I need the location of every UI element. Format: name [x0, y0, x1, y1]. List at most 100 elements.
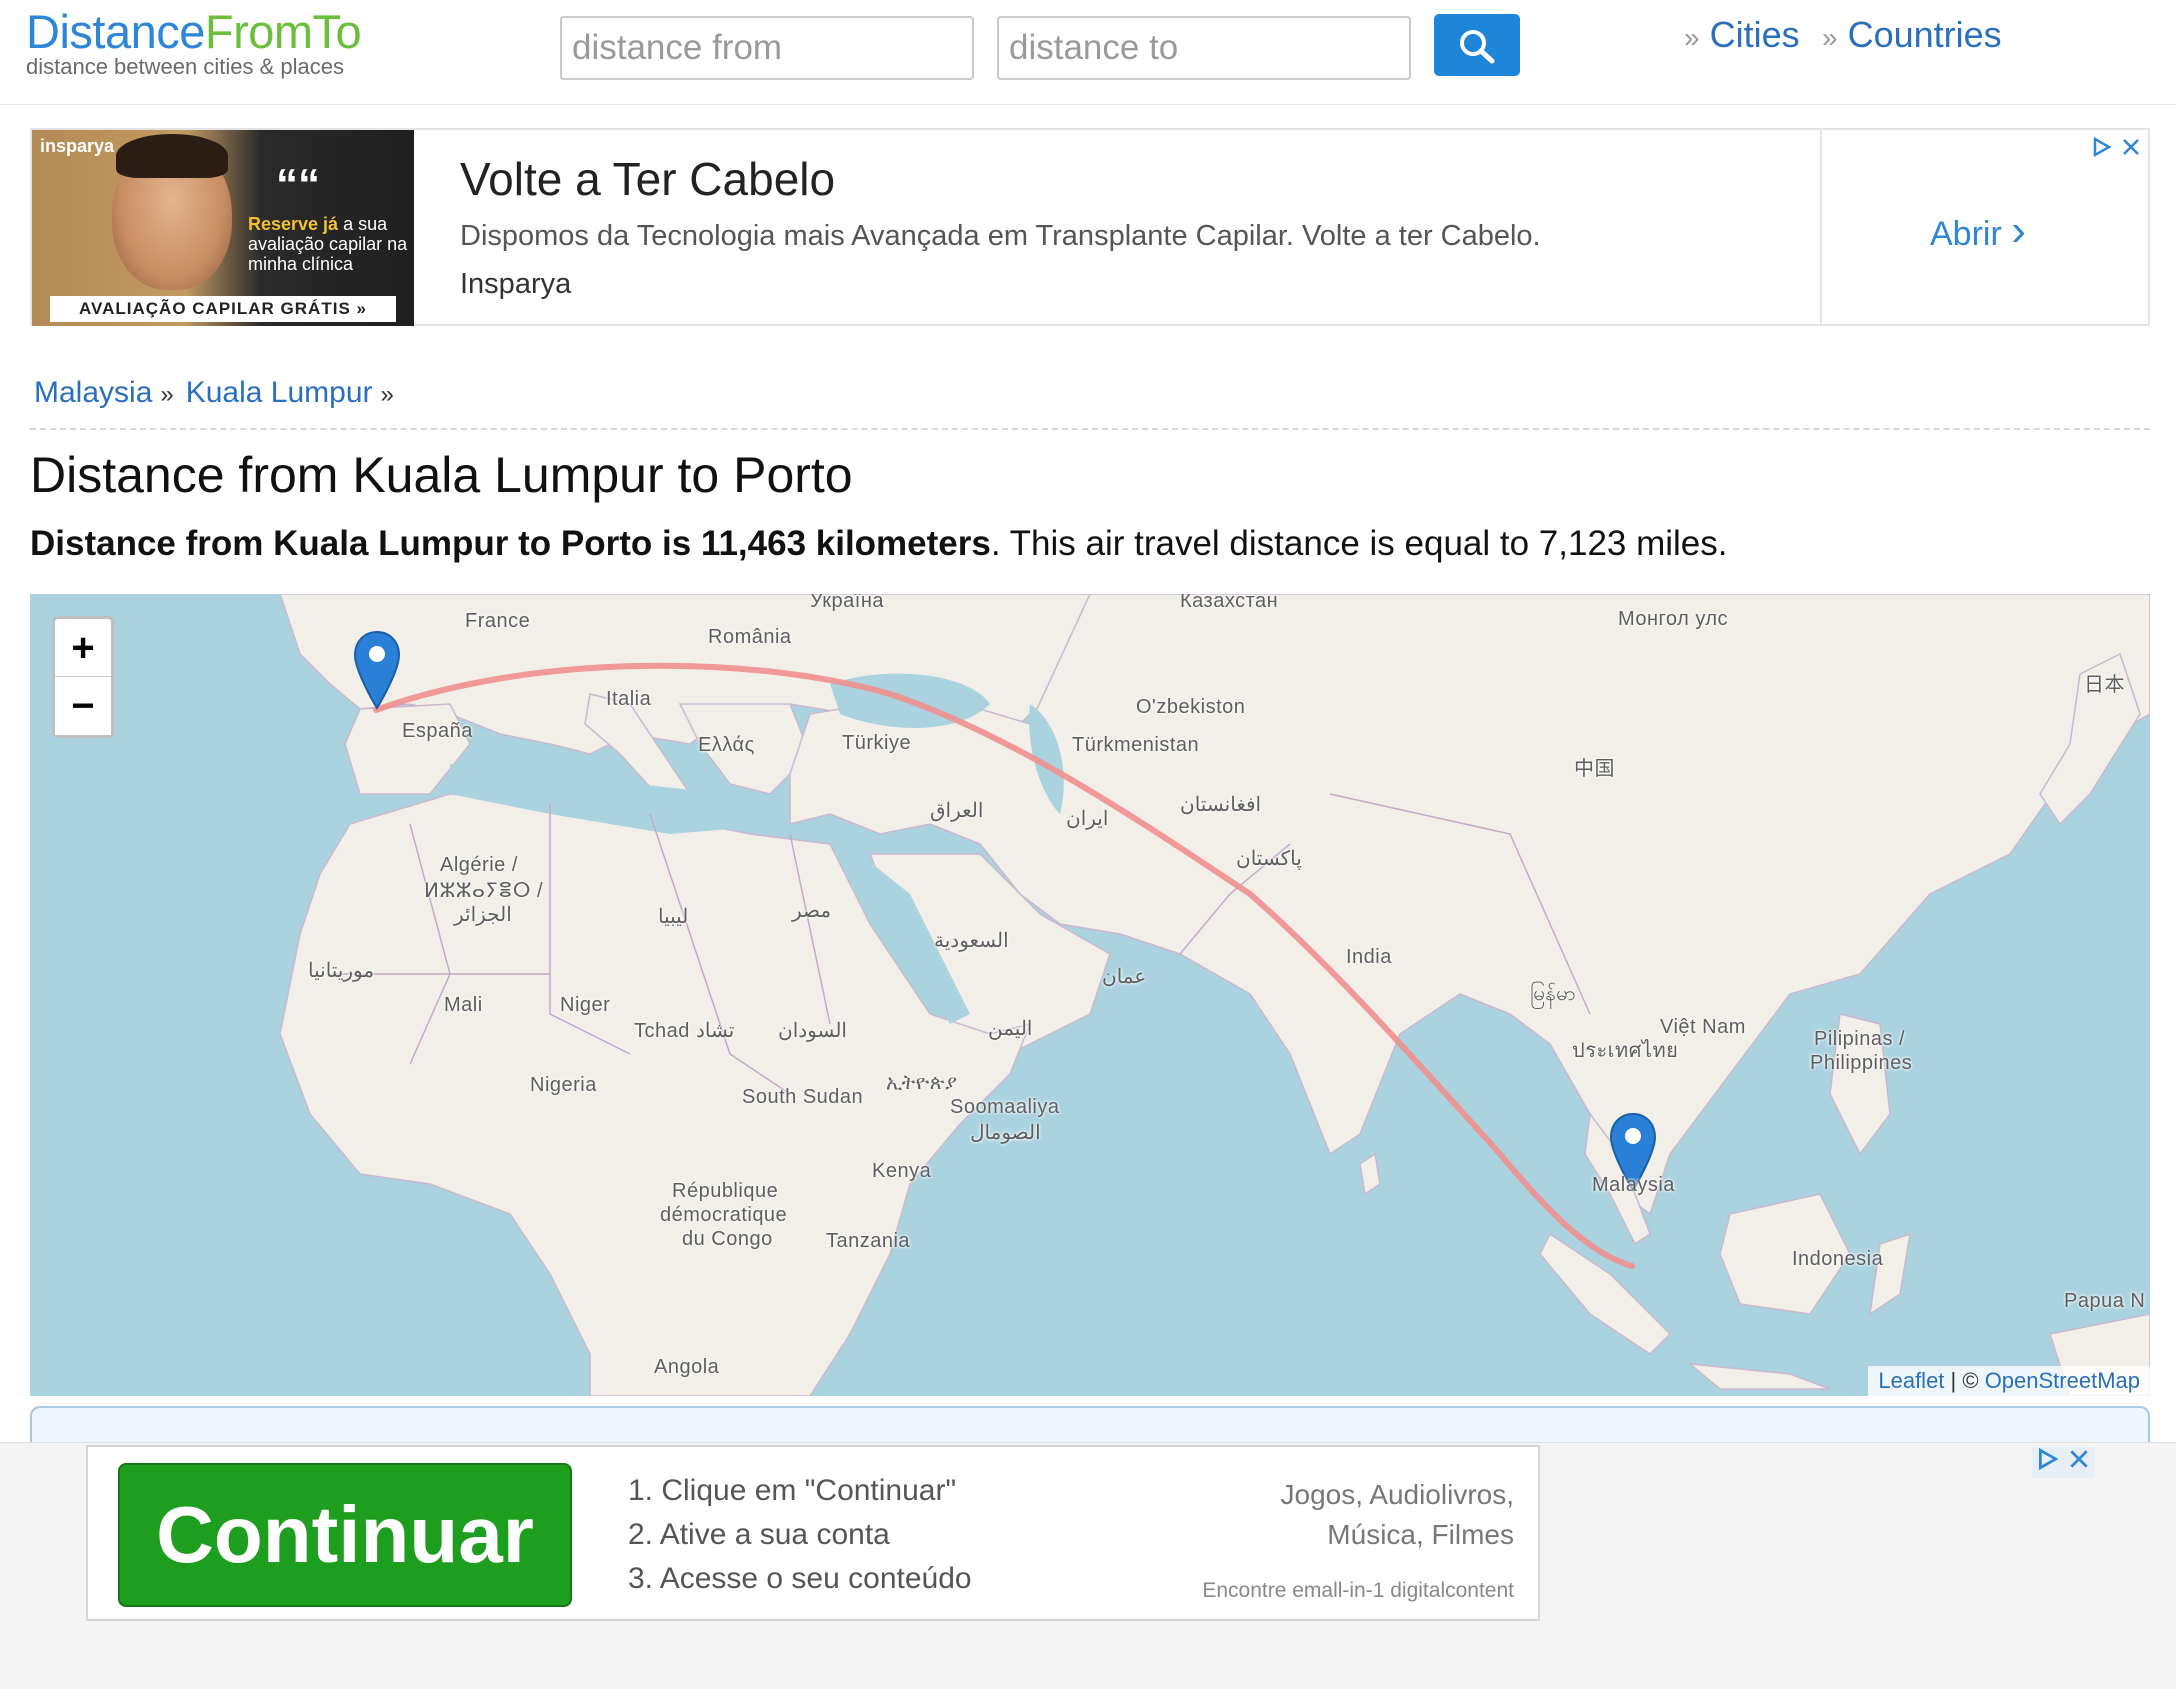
- map-label-iran: ایران: [1066, 808, 1109, 830]
- map-label-oman: عمان: [1102, 966, 1147, 988]
- ad-open-button[interactable]: Abrir ›: [1930, 206, 2026, 256]
- map-attribution: Leaflet | © OpenStreetMap: [1868, 1366, 2150, 1396]
- map-label-chad: Tchad تشاد: [634, 1020, 735, 1042]
- map-label-afghanistan: افغانستان: [1180, 794, 1262, 816]
- logo-wordmark: DistanceFromTo: [26, 5, 362, 58]
- map-label-drc-3: du Congo: [682, 1228, 773, 1250]
- map-label-yemen: اليمن: [988, 1018, 1033, 1040]
- ad-step-3: 3. Acesse o seu conteúdo: [628, 1562, 972, 1595]
- ad-image: insparya ““ Reserve já a sua avaliação c…: [32, 130, 414, 326]
- search-button[interactable]: [1434, 14, 1520, 76]
- map-label-drc: République: [672, 1180, 779, 1202]
- bottom-ad-controls[interactable]: [2032, 1447, 2096, 1478]
- map-label-drc-2: démocratique: [660, 1204, 788, 1226]
- nav-cities-link[interactable]: Cities: [1710, 14, 1800, 55]
- map-label-uzbekistan: O'zbekiston: [1136, 696, 1246, 718]
- distance-from-input[interactable]: [560, 16, 974, 80]
- map-label-iraq: العراق: [930, 800, 984, 822]
- ad-divider: [1820, 130, 1822, 326]
- ad-title[interactable]: Volte a Ter Cabelo: [460, 152, 835, 206]
- ad-step-2: 2. Ative a sua conta: [628, 1518, 890, 1551]
- nav-countries: » Countries: [1822, 14, 2002, 55]
- map-label-ethiopia: ኢትዮጵያ: [886, 1072, 958, 1094]
- ad-steps: 1. Clique em "Continuar" 2. Ative a sua …: [628, 1469, 972, 1601]
- map-label-china: 中国: [1574, 758, 1615, 780]
- ad-person-hair: [116, 134, 228, 178]
- map-label-saudi-arabia: السعودية: [934, 930, 1009, 952]
- map-label-myanmar: မြန်မာ: [1530, 983, 1577, 1005]
- bottom-ad-bar: Continuar 1. Clique em "Continuar" 2. At…: [0, 1442, 2176, 1689]
- map-label-romania: România: [708, 626, 792, 648]
- ad-tags: Jogos, Audiolivros, Música, Filmes: [1280, 1479, 1514, 1550]
- map-label-libya: ليبيا: [658, 906, 689, 928]
- map-label-indonesia: Indonesia: [1792, 1248, 1884, 1270]
- close-icon[interactable]: [2067, 1447, 2091, 1471]
- map-label-italia: Italia: [606, 688, 652, 710]
- map-label-thailand: ประเทศไทย: [1572, 1040, 1679, 1062]
- map-label-mali: Mali: [444, 994, 483, 1016]
- map-label-nigeria: Nigeria: [530, 1074, 597, 1096]
- ad-promo-strip: AVALIAÇÃO CAPILAR GRÁTIS »: [50, 296, 396, 322]
- map-label-tanzania: Tanzania: [826, 1230, 911, 1252]
- info-panel-top: [30, 1406, 2150, 1446]
- map-tiles: [279, 594, 2150, 1396]
- zoom-out-button[interactable]: −: [55, 677, 111, 735]
- map-label-philippines: Pilipinas /: [1814, 1028, 1906, 1050]
- map-label-mongolia: Монгол улс: [1618, 608, 1729, 630]
- ad-promo-text: Reserve já a sua avaliação capilar na mi…: [248, 214, 408, 274]
- bottom-ad[interactable]: Continuar 1. Clique em "Continuar" 2. At…: [86, 1445, 1540, 1621]
- breadcrumb-kuala-lumpur[interactable]: Kuala Lumpur: [186, 376, 373, 409]
- ad-source: Encontre emall-in-1 digitalcontent: [1202, 1579, 1514, 1602]
- map-label-angola: Angola: [654, 1356, 720, 1378]
- map-label-espana: España: [402, 720, 473, 742]
- ad-step-1: 1. Clique em "Continuar": [628, 1474, 957, 1507]
- map-label-turkiye: Türkiye: [842, 732, 912, 754]
- breadcrumb: Malaysia» Kuala Lumpur»: [34, 376, 394, 409]
- close-icon[interactable]: [2120, 136, 2142, 158]
- map-label-algeria-tifinagh: ⵍⵣⵣⴰⵢⴻⵔ /: [424, 880, 544, 902]
- quote-icon: ““: [276, 160, 320, 209]
- breadcrumb-divider: [30, 428, 2150, 430]
- map-label-kenya: Kenya: [872, 1160, 932, 1182]
- chevron-right-icon: ›: [2011, 206, 2026, 255]
- porto-marker-icon[interactable]: [352, 630, 402, 710]
- breadcrumb-malaysia[interactable]: Malaysia: [34, 376, 152, 409]
- zoom-in-button[interactable]: +: [55, 619, 111, 677]
- site-logo[interactable]: DistanceFromTo distance between cities &…: [26, 5, 362, 80]
- ad-advertiser: Insparya: [460, 268, 572, 300]
- ad-brand-logo: insparya: [40, 136, 115, 156]
- map-label-papua: Papua N: [2064, 1290, 2146, 1312]
- site-header: DistanceFromTo distance between cities &…: [0, 0, 2176, 105]
- map-label-japan: 日本: [2084, 674, 2125, 696]
- map-label-mauritania: موريتانيا: [308, 960, 375, 982]
- openstreetmap-link[interactable]: OpenStreetMap: [1985, 1368, 2140, 1393]
- zoom-control: + −: [52, 616, 114, 738]
- map-label-india: India: [1346, 946, 1392, 968]
- route-map[interactable]: Україна Казахстан France România Монгол …: [30, 594, 2150, 1396]
- map-label-philippines-en: Philippines: [1810, 1052, 1913, 1074]
- logo-tagline: distance between cities & places: [26, 54, 344, 79]
- search-icon: [1460, 30, 1495, 64]
- map-label-turkmenistan: Türkmenistan: [1072, 734, 1200, 756]
- adchoices-icon[interactable]: [2091, 136, 2113, 158]
- distance-to-input[interactable]: [997, 16, 1411, 80]
- map-label-pakistan: پاکستان: [1236, 848, 1302, 870]
- nav-countries-link[interactable]: Countries: [1848, 14, 2002, 55]
- leaflet-link[interactable]: Leaflet: [1878, 1368, 1944, 1393]
- ad-description: Dispomos da Tecnologia mais Avançada em …: [460, 220, 1541, 252]
- page-title: Distance from Kuala Lumpur to Porto: [30, 447, 853, 503]
- ad-choices[interactable]: [2091, 134, 2142, 165]
- map-label-algeria-arabic: الجزائر: [454, 904, 512, 926]
- continuar-button[interactable]: Continuar: [118, 1463, 572, 1607]
- top-ad-banner[interactable]: insparya ““ Reserve já a sua avaliação c…: [30, 128, 2150, 326]
- map-label-sudan: السودان: [778, 1020, 847, 1042]
- map-label-malaysia: Malaysia: [1592, 1174, 1675, 1196]
- adchoices-icon[interactable]: [2036, 1447, 2060, 1471]
- map-label-kazakhstan: Казахстан: [1180, 594, 1279, 612]
- map-label-south-sudan: South Sudan: [742, 1086, 864, 1108]
- nav-cities: » Cities: [1684, 14, 1800, 55]
- map-label-somalia: Soomaaliya: [950, 1096, 1060, 1118]
- map-label-greece: Ελλάς: [698, 734, 755, 756]
- map-label-france: France: [465, 610, 531, 632]
- map-label-egypt: مصر: [792, 900, 832, 922]
